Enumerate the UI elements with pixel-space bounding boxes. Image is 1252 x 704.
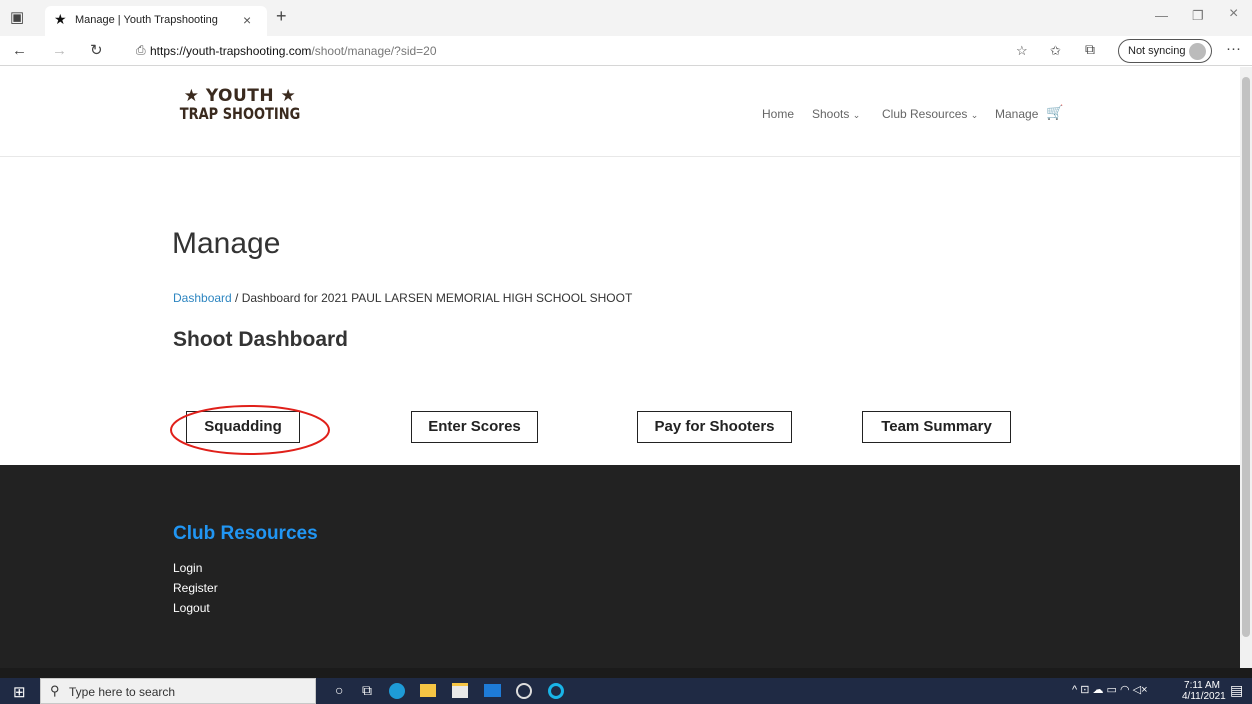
- windows-start-icon[interactable]: ⊞: [13, 683, 26, 701]
- file-explorer-icon[interactable]: [420, 684, 436, 697]
- dell-icon[interactable]: [516, 683, 532, 699]
- back-arrow-icon[interactable]: ←: [12, 43, 27, 58]
- tab-title: Manage | Youth Trapshooting: [75, 14, 218, 26]
- url-text: https://youth-trapshooting.com/shoot/man…: [150, 44, 437, 58]
- cortana-icon[interactable]: ○: [335, 682, 343, 698]
- window-close-icon[interactable]: ×: [1229, 5, 1238, 23]
- section-title: Shoot Dashboard: [173, 328, 349, 351]
- browser-tab[interactable]: ★ Manage | Youth Trapshooting ×: [45, 6, 267, 36]
- collections-icon[interactable]: ⧉: [1085, 42, 1095, 57]
- site-logo[interactable]: ★ YOUTH ★ TRAP SHOOTING: [170, 86, 310, 136]
- edge-icon[interactable]: [389, 683, 405, 699]
- page-content: ★ YOUTH ★ TRAP SHOOTING Home Shoots ⌄ Cl…: [0, 67, 1240, 668]
- profile-avatar-icon: [1189, 43, 1206, 60]
- tab-close-icon[interactable]: ×: [243, 12, 251, 28]
- chevron-down-icon: ⌄: [970, 110, 979, 120]
- task-view-icon[interactable]: ⧉: [362, 682, 372, 699]
- site-footer: Club Resources Login Register Logout: [0, 465, 1240, 668]
- scrollbar-thumb[interactable]: [1242, 77, 1250, 637]
- tab-actions-icon[interactable]: ▣: [10, 10, 24, 25]
- footer-login-link[interactable]: Login: [173, 561, 202, 575]
- address-bar[interactable]: ⎙ https://youth-trapshooting.com/shoot/m…: [124, 39, 1006, 63]
- page-scrollbar[interactable]: [1240, 67, 1252, 668]
- taskbar-clock[interactable]: 7:11 AM 4/11/2021: [1182, 680, 1226, 702]
- nav-shoots[interactable]: Shoots ⌄: [812, 107, 860, 121]
- favorites-icon[interactable]: ✩: [1050, 43, 1061, 58]
- page-title: Manage: [172, 227, 281, 260]
- page-bottom-strip: [0, 668, 1252, 678]
- site-header: ★ YOUTH ★ TRAP SHOOTING Home Shoots ⌄ Cl…: [0, 67, 1240, 157]
- team-summary-button[interactable]: Team Summary: [862, 411, 1011, 443]
- browser-tab-bar: ▣ ★ Manage | Youth Trapshooting × + — ❐ …: [0, 0, 1252, 36]
- search-placeholder: Type here to search: [69, 685, 176, 699]
- tab-favicon-star-icon: ★: [54, 11, 67, 27]
- taskbar-search-box[interactable]: ⚲ Type here to search: [40, 678, 316, 704]
- cart-icon[interactable]: 🛒: [1046, 104, 1063, 121]
- breadcrumb-dashboard-link[interactable]: Dashboard: [173, 291, 232, 305]
- clock-time: 7:11 AM: [1184, 680, 1220, 691]
- breadcrumb-current: / Dashboard for 2021 PAUL LARSEN MEMORIA…: [231, 291, 633, 305]
- minimize-icon[interactable]: —: [1155, 8, 1168, 23]
- forward-arrow-icon[interactable]: →: [52, 43, 67, 58]
- breadcrumb: Dashboard / Dashboard for 2021 PAUL LARS…: [173, 291, 632, 305]
- lock-icon: ⎙: [136, 43, 146, 57]
- search-icon: ⚲: [50, 683, 60, 698]
- footer-register-link[interactable]: Register: [173, 581, 218, 595]
- more-menu-icon[interactable]: ···: [1226, 41, 1241, 56]
- address-toolbar: ← → ↻ ⎙ https://youth-trapshooting.com/s…: [0, 36, 1252, 66]
- tray-icons[interactable]: ^ ⊡ ☁ ▭ ◠ ◁×: [1072, 683, 1148, 696]
- store-icon[interactable]: [452, 683, 468, 698]
- notifications-icon[interactable]: ▤: [1230, 682, 1243, 699]
- footer-logout-link[interactable]: Logout: [173, 601, 210, 615]
- refresh-icon[interactable]: ↻: [90, 43, 103, 58]
- nav-manage[interactable]: Manage: [995, 107, 1038, 121]
- mail-icon[interactable]: [484, 684, 501, 697]
- sync-status-label: Not syncing: [1128, 45, 1186, 57]
- restore-icon[interactable]: ❐: [1192, 8, 1204, 24]
- sync-status-button[interactable]: Not syncing: [1118, 39, 1212, 63]
- nav-club-resources[interactable]: Club Resources ⌄: [882, 107, 978, 121]
- nav-club-resources-label: Club Resources: [882, 107, 968, 121]
- pay-for-shooters-button[interactable]: Pay for Shooters: [637, 411, 792, 443]
- footer-heading: Club Resources: [173, 523, 318, 544]
- clock-date: 4/11/2021: [1182, 691, 1226, 702]
- add-favorite-icon[interactable]: ☆: [1016, 43, 1028, 58]
- new-tab-icon[interactable]: +: [276, 6, 287, 27]
- url-path: /shoot/manage/?sid=20: [311, 44, 437, 58]
- nav-shoots-label: Shoots: [812, 107, 850, 121]
- enter-scores-button[interactable]: Enter Scores: [411, 411, 538, 443]
- highlight-circle: [170, 405, 330, 455]
- url-host: https://youth-trapshooting.com: [150, 44, 312, 58]
- logo-line-2: TRAP SHOOTING: [179, 105, 301, 124]
- nav-home[interactable]: Home: [762, 107, 794, 121]
- chevron-down-icon: ⌄: [852, 110, 861, 120]
- alexa-icon[interactable]: [548, 683, 564, 699]
- windows-taskbar: ⊞ ⚲ Type here to search ○ ⧉ ^ ⊡ ☁ ▭ ◠ ◁×…: [0, 678, 1252, 704]
